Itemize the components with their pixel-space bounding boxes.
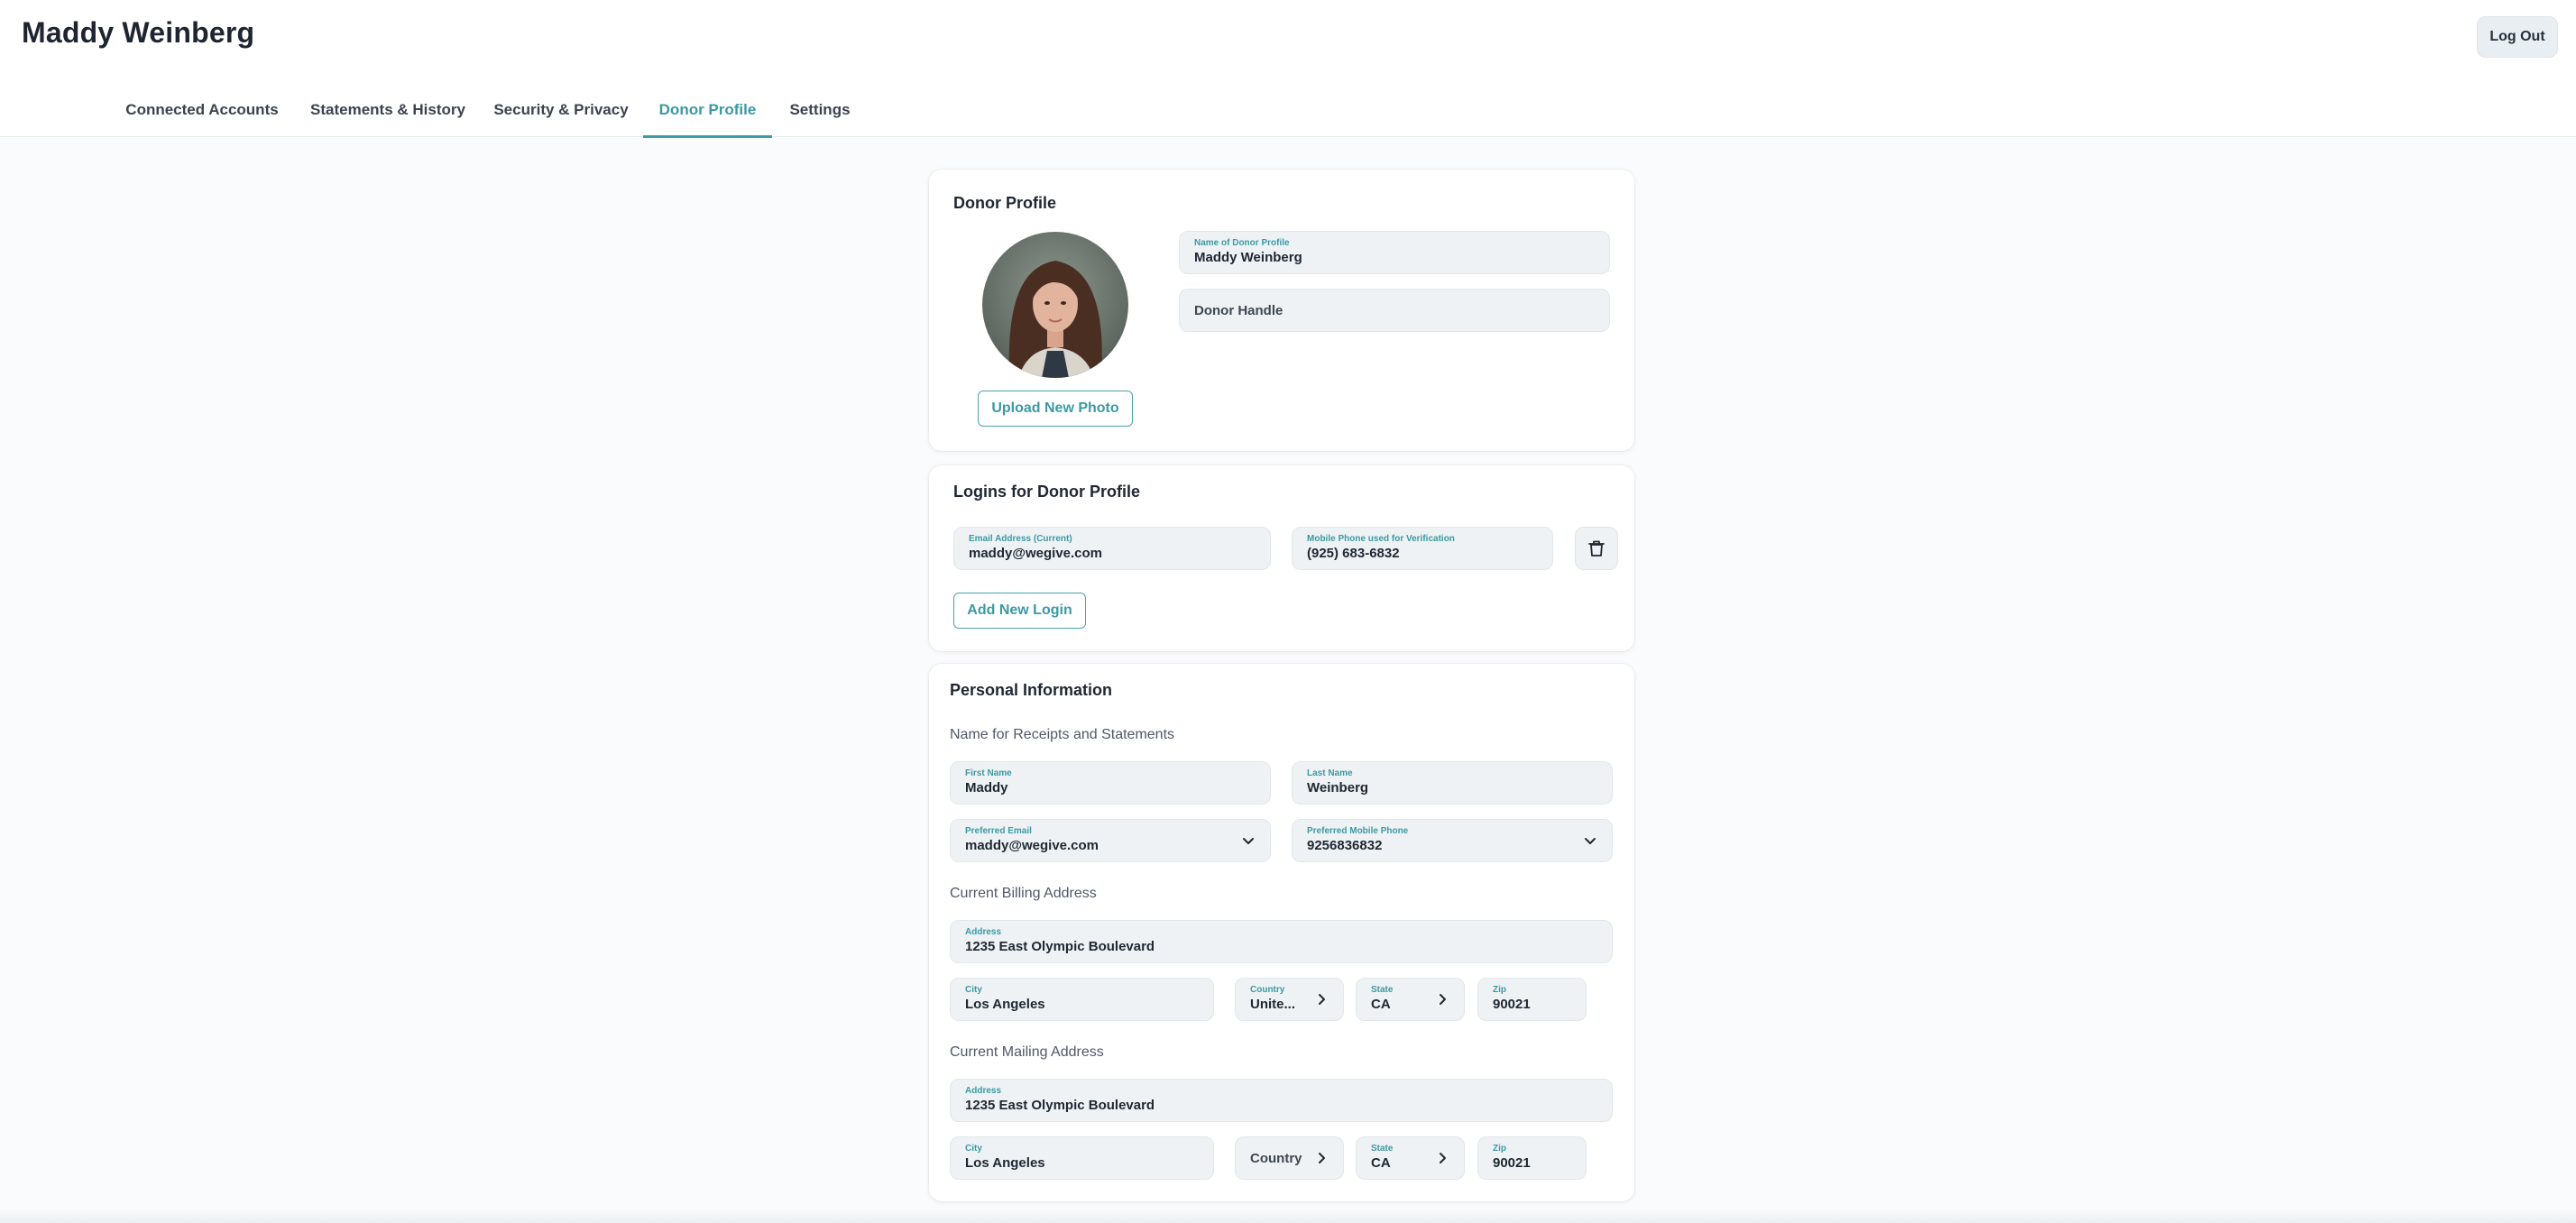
billing-city-field[interactable]: City Los Angeles xyxy=(950,978,1214,1021)
mailing-state-select[interactable]: State CA xyxy=(1356,1136,1465,1180)
billing-state-label: State xyxy=(1371,985,1394,995)
donor-profile-title: Donor Profile xyxy=(953,194,1057,212)
mailing-zip-value: 90021 xyxy=(1493,1155,1531,1171)
profile-photo xyxy=(982,232,1128,378)
billing-state-value: CA xyxy=(1371,997,1391,1012)
upload-photo-button[interactable]: Upload New Photo xyxy=(978,391,1133,427)
billing-country-value: Unite... xyxy=(1250,997,1296,1012)
mailing-country-placeholder: Country xyxy=(1250,1151,1302,1166)
logins-title: Logins for Donor Profile xyxy=(953,483,1140,501)
donor-name-field[interactable]: Name of Donor Profile Maddy Weinberg xyxy=(1179,231,1610,274)
personal-info-card: Personal Information Name for Receipts a… xyxy=(929,664,1634,1201)
first-name-field[interactable]: First Name Maddy xyxy=(950,761,1271,805)
last-name-value: Weinberg xyxy=(1307,780,1369,795)
login-phone-label: Mobile Phone used for Verification xyxy=(1307,534,1455,544)
tab-security-privacy[interactable]: Security & Privacy xyxy=(489,83,633,137)
chevron-right-icon xyxy=(1440,994,1446,1005)
billing-state-select[interactable]: State CA xyxy=(1356,978,1465,1021)
billing-zip-value: 90021 xyxy=(1493,997,1531,1012)
preferred-email-value: maddy@wegive.com xyxy=(965,838,1099,853)
mailing-address-label: Address xyxy=(965,1086,1002,1096)
donor-name-value: Maddy Weinberg xyxy=(1194,250,1302,265)
login-email-field[interactable]: Email Address (Current) maddy@wegive.com xyxy=(953,527,1271,570)
last-name-label: Last Name xyxy=(1307,768,1353,778)
mailing-city-field[interactable]: City Los Angeles xyxy=(950,1136,1214,1180)
mailing-state-label: State xyxy=(1371,1144,1394,1154)
tab-bar: Connected Accounts Statements & History … xyxy=(0,83,2576,138)
mailing-country-select[interactable]: Country xyxy=(1235,1136,1344,1180)
trash-icon xyxy=(1588,540,1605,556)
preferred-phone-select[interactable]: Preferred Mobile Phone 9256836832 xyxy=(1292,819,1613,862)
tab-statements-history[interactable]: Statements & History xyxy=(304,83,472,137)
chevron-right-icon xyxy=(1440,1153,1446,1163)
billing-address-field[interactable]: Address 1235 East Olympic Boulevard xyxy=(950,920,1613,963)
billing-country-select[interactable]: Country Unite... xyxy=(1235,978,1344,1021)
mailing-zip-label: Zip xyxy=(1493,1144,1506,1154)
login-phone-field[interactable]: Mobile Phone used for Verification (925)… xyxy=(1292,527,1553,570)
chevron-right-icon xyxy=(1319,994,1325,1005)
first-name-label: First Name xyxy=(965,768,1012,778)
preferred-phone-label: Preferred Mobile Phone xyxy=(1307,826,1409,836)
chevron-down-icon xyxy=(1585,838,1596,844)
chevron-right-icon xyxy=(1319,1153,1325,1163)
billing-country-label: Country xyxy=(1250,985,1285,995)
login-phone-value: (925) 683-6832 xyxy=(1307,546,1400,561)
preferred-email-select[interactable]: Preferred Email maddy@wegive.com xyxy=(950,819,1271,862)
tab-connected-accounts[interactable]: Connected Accounts xyxy=(118,83,286,137)
personal-info-title: Personal Information xyxy=(950,681,1113,699)
chevron-down-icon xyxy=(1243,838,1254,844)
profile-photo-image xyxy=(982,232,1128,378)
billing-zip-field[interactable]: Zip 90021 xyxy=(1477,978,1587,1021)
delete-login-button[interactable] xyxy=(1575,527,1618,570)
preferred-phone-value: 9256836832 xyxy=(1307,838,1383,853)
billing-city-value: Los Angeles xyxy=(965,997,1045,1012)
billing-address-value: 1235 East Olympic Boulevard xyxy=(965,939,1155,954)
donor-profile-card: Donor Profile Upload New Photo Name of D… xyxy=(929,170,1634,451)
mailing-city-value: Los Angeles xyxy=(965,1155,1045,1171)
mailing-city-label: City xyxy=(965,1144,982,1154)
receipt-name-section-label: Name for Receipts and Statements xyxy=(950,727,1175,742)
preferred-email-label: Preferred Email xyxy=(965,826,1032,836)
donor-name-label: Name of Donor Profile xyxy=(1194,238,1290,248)
billing-address-section-label: Current Billing Address xyxy=(950,886,1097,901)
login-email-label: Email Address (Current) xyxy=(969,534,1072,544)
donor-handle-placeholder: Donor Handle xyxy=(1194,303,1283,318)
billing-address-label: Address xyxy=(965,927,1002,937)
mailing-zip-field[interactable]: Zip 90021 xyxy=(1477,1136,1587,1180)
mailing-address-section-label: Current Mailing Address xyxy=(950,1044,1104,1060)
tab-settings[interactable]: Settings xyxy=(781,83,859,137)
mailing-address-field[interactable]: Address 1235 East Olympic Boulevard xyxy=(950,1079,1613,1122)
user-name-heading: Maddy Weinberg xyxy=(22,16,255,49)
tab-donor-profile[interactable]: Donor Profile xyxy=(643,83,772,138)
mailing-state-value: CA xyxy=(1371,1155,1391,1171)
login-email-value: maddy@wegive.com xyxy=(969,546,1103,561)
mailing-address-value: 1235 East Olympic Boulevard xyxy=(965,1098,1155,1113)
donor-handle-field[interactable]: Donor Handle xyxy=(1179,289,1610,332)
logins-card: Logins for Donor Profile Email Address (… xyxy=(929,465,1634,651)
bottom-fade xyxy=(0,1209,2576,1223)
first-name-value: Maddy xyxy=(965,780,1008,795)
add-login-button[interactable]: Add New Login xyxy=(953,593,1086,629)
logout-button[interactable]: Log Out xyxy=(2477,16,2558,58)
last-name-field[interactable]: Last Name Weinberg xyxy=(1292,761,1613,805)
billing-zip-label: Zip xyxy=(1493,985,1506,995)
billing-city-label: City xyxy=(965,985,982,995)
